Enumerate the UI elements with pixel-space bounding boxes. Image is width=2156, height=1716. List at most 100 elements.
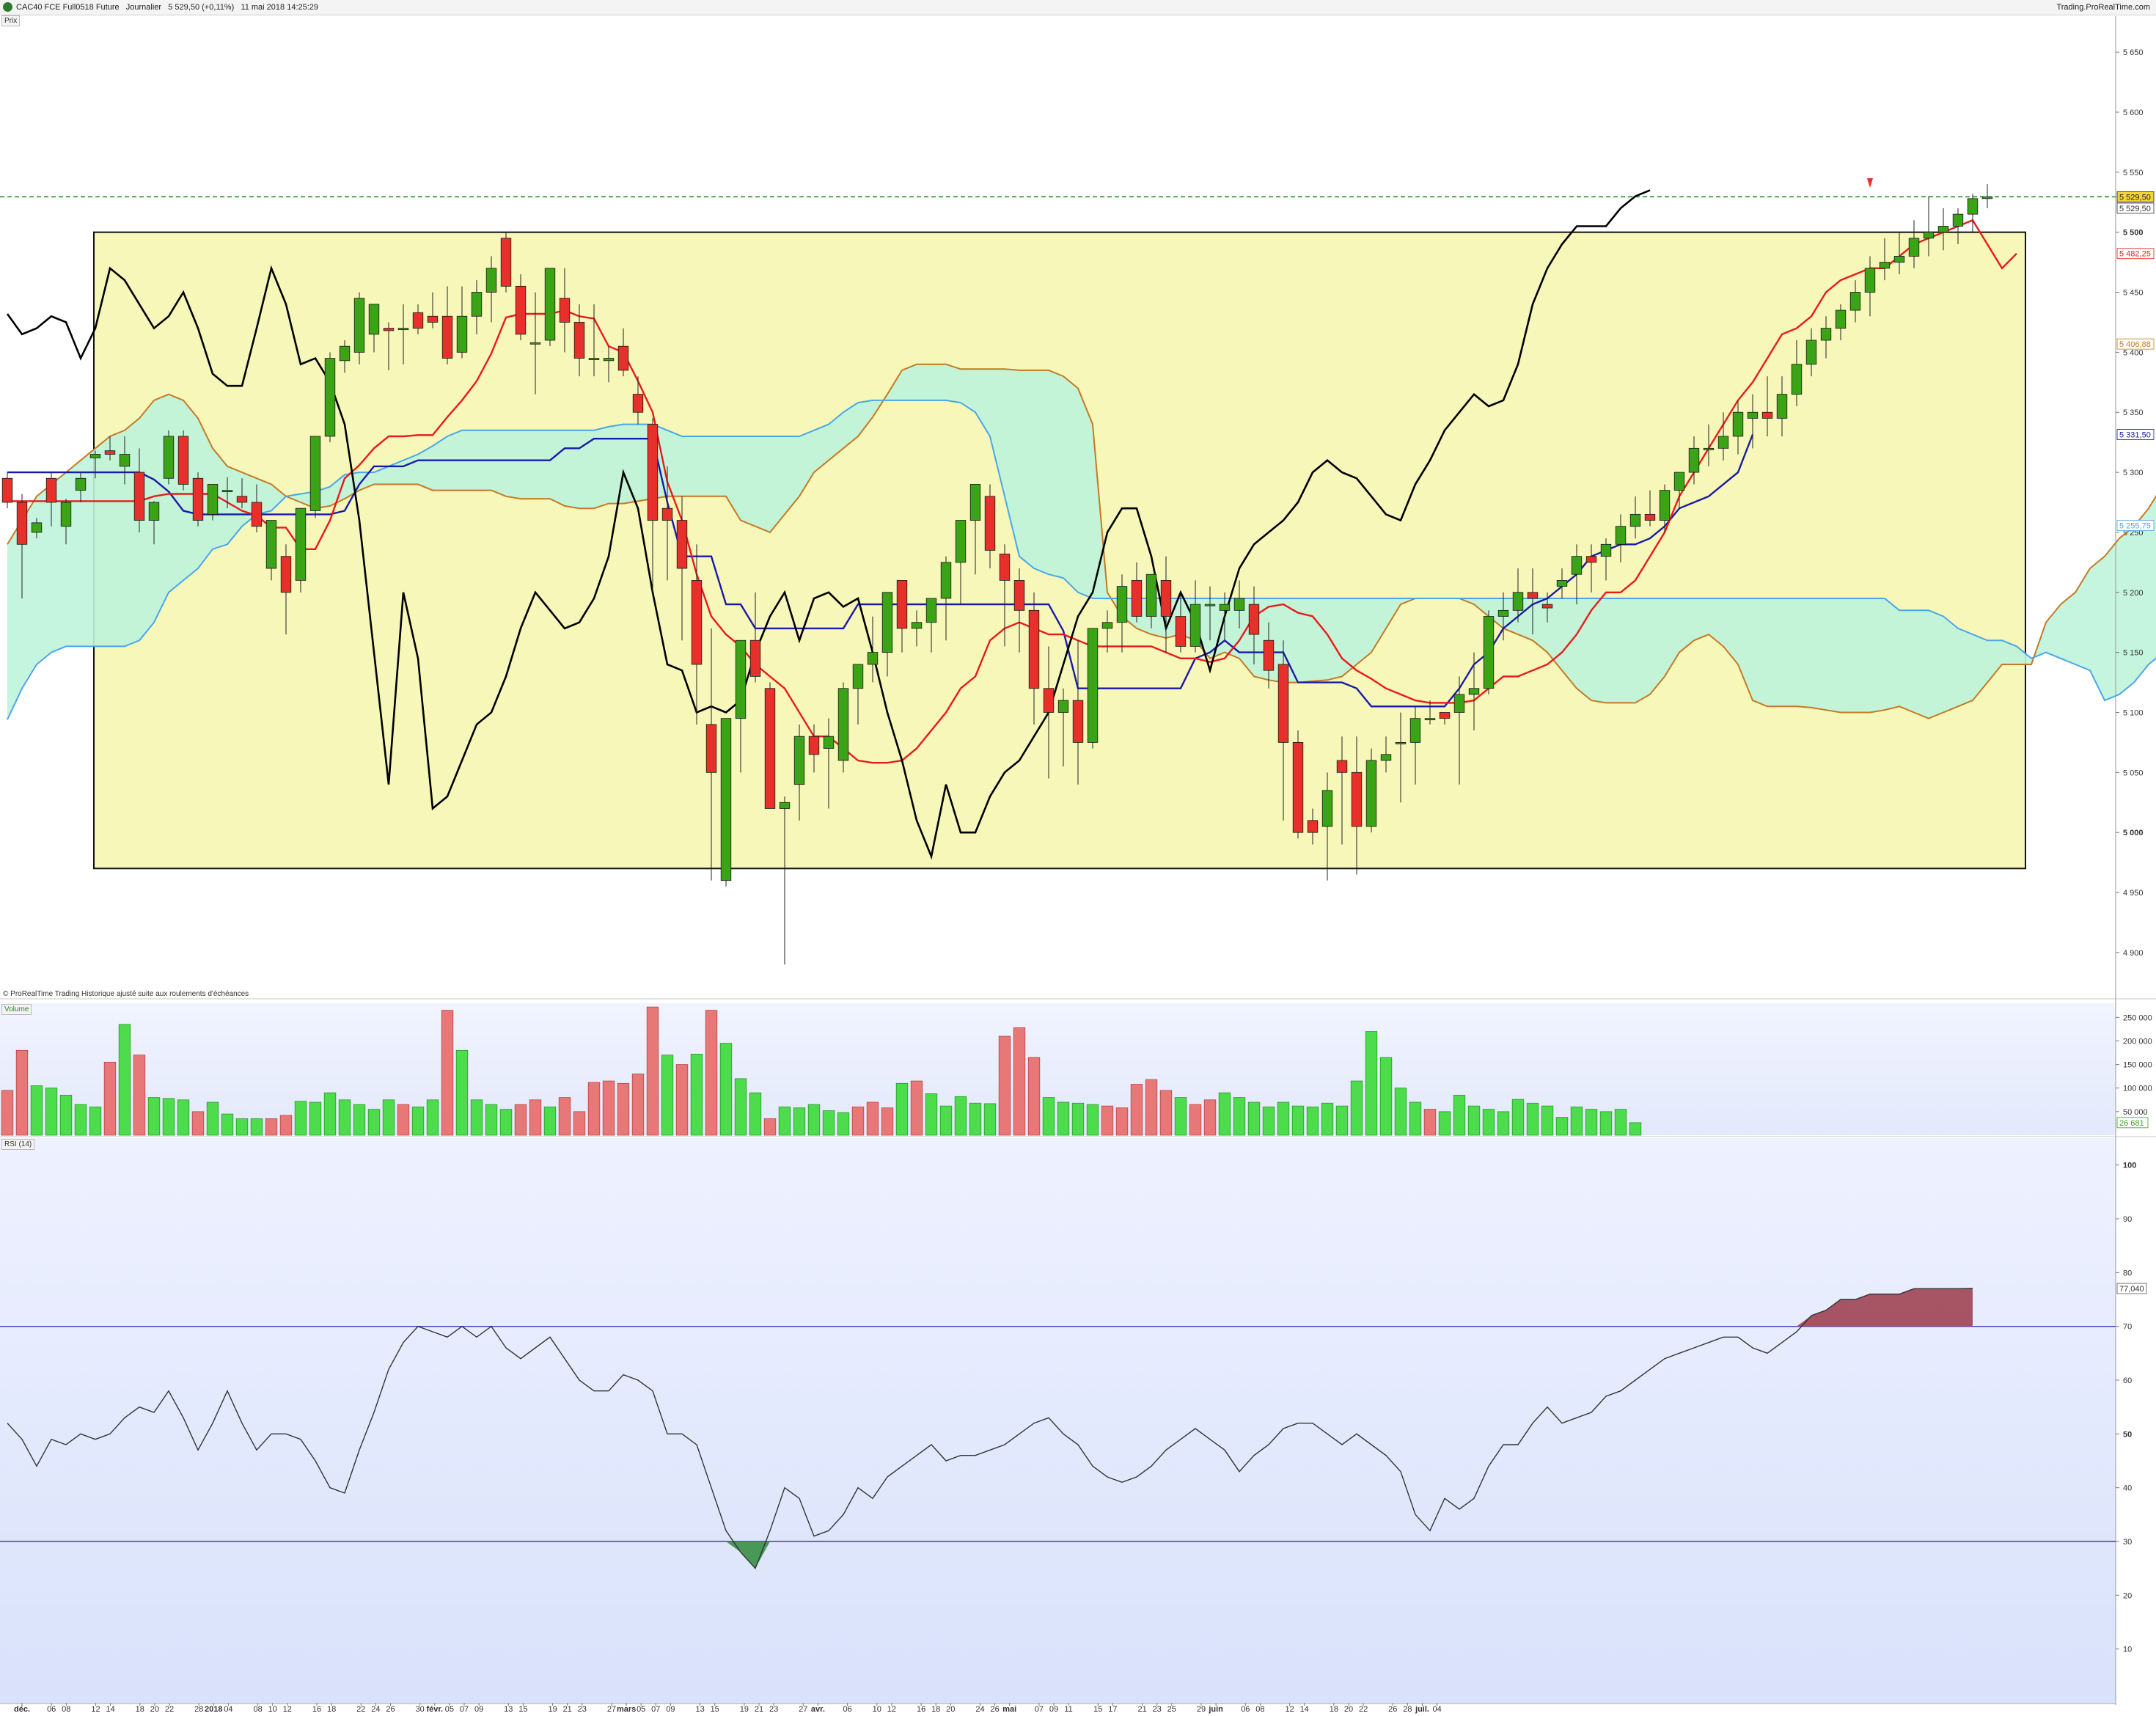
time-axis-label: 10 bbox=[268, 1705, 277, 1714]
cloud-segment bbox=[1753, 598, 1767, 707]
candle-body bbox=[1747, 411, 1759, 419]
time-axis-label: 15 bbox=[1093, 1705, 1102, 1714]
volume-bar bbox=[793, 1107, 806, 1136]
rsi-panel-tag[interactable]: RSI (14) bbox=[1, 1139, 35, 1150]
chart-canvas[interactable]: 5 650 5 600 5 550 5 500 5 450 5 400 5 350 5 300… bbox=[0, 0, 2156, 1716]
price-panel-tag[interactable]: Prix bbox=[1, 15, 21, 26]
volume-bar bbox=[1379, 1057, 1393, 1136]
volume-bar bbox=[925, 1093, 938, 1136]
volume-bar bbox=[162, 1098, 175, 1136]
time-axis-label: 12 bbox=[887, 1705, 896, 1714]
candle-body bbox=[573, 322, 585, 359]
volume-bar bbox=[983, 1103, 997, 1136]
volume-bar bbox=[1130, 1084, 1143, 1136]
candle-body bbox=[852, 664, 864, 689]
candle-body bbox=[427, 315, 439, 323]
candle-body bbox=[1028, 609, 1040, 689]
price-tick-label: 5 000 bbox=[2123, 829, 2144, 837]
candle-body bbox=[1717, 436, 1729, 449]
candle-body bbox=[1145, 573, 1157, 617]
volume-bar bbox=[1599, 1111, 1613, 1136]
price-tick-label: 5 500 bbox=[2123, 229, 2144, 238]
candle-body bbox=[1057, 700, 1069, 713]
chart-window: 5 650 5 600 5 550 5 500 5 450 5 400 5 350 5 300… bbox=[0, 0, 2156, 1716]
time-axis-label: 18 bbox=[1330, 1705, 1338, 1714]
candle-body bbox=[1571, 556, 1583, 575]
candle-body bbox=[1791, 364, 1803, 395]
candle-body bbox=[16, 502, 28, 545]
volume-panel-tag[interactable]: Volume bbox=[1, 1004, 32, 1015]
time-axis-label: 21 bbox=[563, 1705, 572, 1714]
volume-bar bbox=[1453, 1094, 1466, 1136]
volume-bar bbox=[1629, 1122, 1642, 1136]
candle-body bbox=[60, 502, 72, 527]
price-label-span_b: 5 406,88 bbox=[2119, 340, 2151, 349]
volume-bar bbox=[690, 1054, 703, 1136]
candle-body bbox=[1600, 543, 1612, 557]
volume-bar bbox=[1159, 1090, 1173, 1136]
volume-bar bbox=[675, 1064, 689, 1136]
volume-bar bbox=[338, 1099, 351, 1136]
volume-bar bbox=[1585, 1109, 1598, 1136]
volume-bar bbox=[1482, 1109, 1495, 1136]
cloud-segment bbox=[1929, 610, 1943, 719]
cloud-segment bbox=[917, 364, 931, 400]
volume-bar bbox=[514, 1104, 527, 1136]
rsi-tick-label: 30 bbox=[2123, 1538, 2132, 1547]
time-axis-label: 07 bbox=[651, 1705, 660, 1714]
rsi-tick-label: 50 bbox=[2123, 1430, 2132, 1439]
time-axis-label: févr. bbox=[426, 1705, 443, 1714]
volume-bar bbox=[1115, 1107, 1129, 1136]
volume-bar bbox=[866, 1101, 879, 1136]
volume-tick-label: 150 000 bbox=[2123, 1061, 2152, 1070]
price-tick-label: 5 600 bbox=[2123, 109, 2144, 117]
candle-body bbox=[236, 496, 248, 503]
time-axis-label: 27 bbox=[607, 1705, 616, 1714]
candle-body bbox=[779, 802, 791, 809]
volume-bar bbox=[426, 1099, 439, 1136]
cloud-segment bbox=[1063, 376, 1078, 593]
candle-body bbox=[177, 436, 189, 485]
candle-body bbox=[1160, 580, 1172, 617]
cloud-segment bbox=[741, 436, 755, 527]
time-axis-label: 21 bbox=[755, 1705, 763, 1714]
rsi-tick-label: 20 bbox=[2123, 1591, 2132, 1600]
volume-bar bbox=[895, 1082, 909, 1136]
candle-body bbox=[1703, 447, 1715, 450]
candle-body bbox=[1629, 513, 1641, 527]
cloud-segment bbox=[946, 364, 961, 403]
cloud-segment bbox=[931, 364, 946, 400]
volume-bar bbox=[1291, 1105, 1305, 1136]
volume-bar bbox=[74, 1104, 87, 1136]
time-axis-label: 24 bbox=[975, 1705, 984, 1714]
volume-bar bbox=[1614, 1109, 1627, 1136]
volume-bar bbox=[778, 1107, 791, 1136]
candle-body bbox=[735, 639, 747, 719]
cloud-segment bbox=[2149, 496, 2156, 664]
cloud-segment bbox=[1694, 598, 1709, 641]
candle-body bbox=[1365, 760, 1377, 827]
candle-body bbox=[1835, 309, 1847, 329]
time-axis-label: juil. bbox=[1415, 1705, 1429, 1714]
volume-last-label: 26 681 bbox=[2119, 1119, 2144, 1128]
time-axis-label: 29 bbox=[1197, 1705, 1206, 1714]
volume-bar bbox=[1409, 1101, 1422, 1136]
candle-body bbox=[1292, 742, 1304, 833]
candle-body bbox=[1307, 820, 1319, 833]
time-axis-label: 12 bbox=[91, 1705, 100, 1714]
candle-body bbox=[45, 477, 57, 503]
volume-bar bbox=[705, 1010, 718, 1136]
candle-body bbox=[163, 436, 175, 479]
volume-bar bbox=[1071, 1102, 1085, 1136]
candle-body bbox=[207, 484, 219, 515]
candle-body bbox=[75, 477, 87, 491]
volume-bar bbox=[499, 1109, 513, 1136]
chart-title: CAC40 FCE Full0518 Future Journalier 5 5… bbox=[16, 3, 319, 12]
rsi-tick-label: 80 bbox=[2123, 1269, 2132, 1277]
candle-body bbox=[867, 652, 879, 665]
candle-body bbox=[397, 328, 409, 331]
volume-bar bbox=[411, 1107, 425, 1136]
candle-body bbox=[1849, 292, 1861, 311]
time-axis-label: 08 bbox=[253, 1705, 262, 1714]
candle-body bbox=[1864, 268, 1876, 293]
